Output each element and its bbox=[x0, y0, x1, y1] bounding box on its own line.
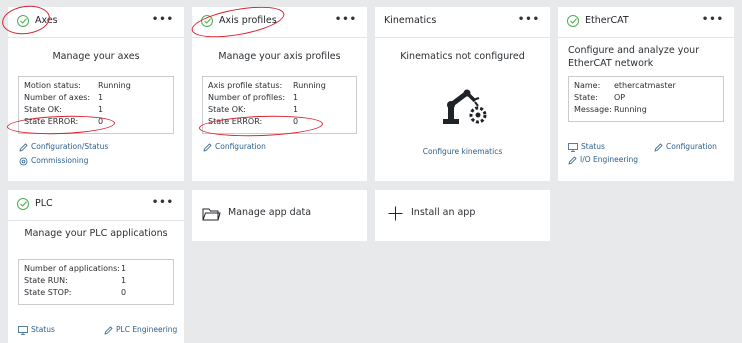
axis-profiles-card-header: Axis profiles ••• bbox=[192, 7, 367, 38]
info-row: Message: Running bbox=[574, 105, 647, 114]
ethercat-card-header: EtherCAT ••• bbox=[558, 7, 734, 38]
axes-card-title: Axes bbox=[35, 15, 58, 26]
info-row: Number of profiles: 1 bbox=[208, 93, 299, 102]
manage-app-data-label: Manage app data bbox=[228, 207, 312, 218]
pencil-icon bbox=[654, 142, 663, 152]
monitor-icon bbox=[568, 142, 578, 152]
info-row: State: OP bbox=[574, 93, 626, 102]
info-row: State RUN: 1 bbox=[24, 276, 127, 285]
kinematics-card: Kinematics ••• Kinematics not configured… bbox=[375, 7, 550, 181]
status-ok-icon bbox=[17, 15, 29, 27]
axes-card-header: Axes ••• bbox=[8, 7, 184, 38]
plus-icon bbox=[388, 206, 403, 221]
plc-subtitle: Manage your PLC applications bbox=[24, 228, 168, 239]
axis-profiles-card-title: Axis profiles bbox=[219, 15, 277, 26]
pencil-icon bbox=[19, 142, 28, 152]
kinematics-card-header: Kinematics ••• bbox=[375, 7, 550, 38]
robot-arm-gear-icon bbox=[443, 89, 487, 124]
plc-card-header: PLC ••• bbox=[8, 190, 184, 221]
more-options-icon[interactable]: ••• bbox=[702, 15, 724, 25]
info-row: State OK: 1 bbox=[24, 105, 104, 114]
ethercat-info-box: Name: ethercatmaster State: OP Message: Run… bbox=[568, 76, 724, 122]
plc-card: PLC ••• Manage your PLC applications Num… bbox=[8, 190, 184, 343]
more-options-icon[interactable]: ••• bbox=[152, 198, 174, 208]
info-row: State ERROR: 0 bbox=[208, 117, 299, 126]
axes-info-box: Motion status: Running Number of axes: 1 S… bbox=[18, 76, 174, 134]
monitor-icon bbox=[18, 325, 28, 335]
status-link[interactable]: Status bbox=[568, 142, 605, 152]
axes-subtitle: Manage your axes bbox=[52, 51, 140, 62]
ethercat-subtitle: Configure and analyze your EtherCAT netw… bbox=[568, 45, 700, 69]
configuration-link[interactable]: Configuration bbox=[203, 142, 266, 152]
info-row: Motion status: Running bbox=[24, 81, 131, 90]
configure-kinematics-link[interactable]: Configure kinematics bbox=[375, 147, 550, 156]
install-app-label: Install an app bbox=[411, 207, 476, 218]
info-row: Name: ethercatmaster bbox=[574, 81, 676, 90]
configuration-link[interactable]: Configuration bbox=[654, 142, 717, 152]
info-row: Number of axes: 1 bbox=[24, 93, 104, 102]
configuration-status-link[interactable]: Configuration/Status bbox=[19, 142, 108, 152]
more-options-icon[interactable]: ••• bbox=[518, 15, 540, 25]
install-app-card[interactable]: Install an app bbox=[375, 190, 550, 241]
info-row: State ERROR: 0 bbox=[24, 117, 104, 126]
plc-engineering-link[interactable]: PLC Engineering bbox=[104, 325, 177, 335]
kinematics-subtitle: Kinematics not configured bbox=[400, 51, 525, 62]
pencil-icon bbox=[203, 142, 212, 152]
status-ok-icon bbox=[17, 198, 29, 210]
axis-profiles-card: Axis profiles ••• Manage your axis profi… bbox=[192, 7, 367, 181]
info-row: Number of applications: 1 bbox=[24, 264, 127, 273]
axis-profiles-subtitle: Manage your axis profiles bbox=[218, 51, 341, 62]
info-row: State STOP: 0 bbox=[24, 288, 127, 297]
folder-icon bbox=[202, 208, 221, 221]
info-row: State OK: 1 bbox=[208, 105, 299, 114]
ethercat-card: EtherCAT ••• Configure and analyze your … bbox=[558, 7, 734, 181]
status-ok-icon bbox=[201, 15, 213, 27]
kinematics-card-title: Kinematics bbox=[384, 15, 437, 26]
axis-profiles-info-box: Axis profile status: Running Number of pr… bbox=[202, 76, 357, 134]
status-link[interactable]: Status bbox=[18, 325, 55, 335]
plc-info-box: Number of applications: 1 State RUN: 1 Sta… bbox=[18, 259, 174, 305]
status-ok-icon bbox=[567, 15, 579, 27]
ethercat-card-title: EtherCAT bbox=[585, 15, 629, 26]
info-row: Axis profile status: Running bbox=[208, 81, 326, 90]
commissioning-link[interactable]: Commissioning bbox=[19, 156, 88, 166]
more-options-icon[interactable]: ••• bbox=[335, 15, 357, 25]
commissioning-icon bbox=[19, 157, 28, 165]
pencil-icon bbox=[568, 155, 577, 165]
io-engineering-link[interactable]: I/O Engineering bbox=[568, 155, 638, 165]
manage-app-data-card[interactable]: Manage app data bbox=[192, 190, 367, 241]
pencil-icon bbox=[104, 325, 113, 335]
axes-card: Axes ••• Manage your axes Motion status:… bbox=[8, 7, 184, 181]
more-options-icon[interactable]: ••• bbox=[152, 15, 174, 25]
plc-card-title: PLC bbox=[35, 198, 53, 209]
